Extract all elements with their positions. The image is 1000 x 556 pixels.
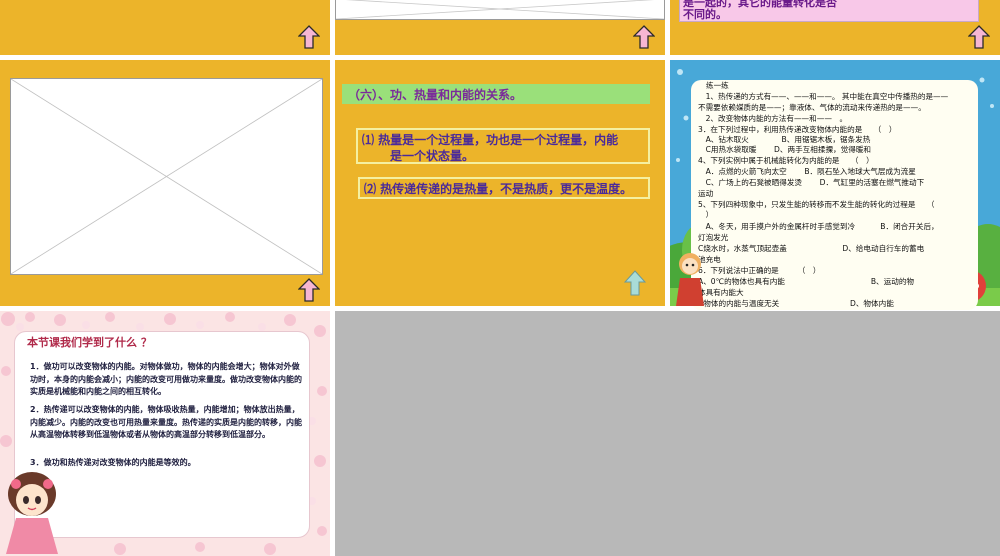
image-placeholder: [10, 78, 323, 275]
exercise-line: C、广场上的石凳被晒得发烫 D．气缸里的活塞在燃气推动下: [698, 178, 925, 187]
slide5-title: （六）、功、热量和内能的关系。: [348, 88, 523, 102]
slide5-point1-box: ⑴ 热量是一个过程量，功也是一个过程量，内能 是一个状态量。: [356, 128, 650, 164]
cartoon-character-figure: [676, 253, 704, 306]
exercise-line: A、冬天，用手摸户外的金属杆时手感觉到冷 B．闭合开关后，: [698, 222, 939, 231]
cartoon-girl-figure: [6, 472, 58, 554]
image-placeholder: [335, 0, 665, 20]
exercise-line: 练一练: [706, 81, 729, 90]
summary-paragraph-1: 1．做功可以改变物体的内能。对物体做功，物体的内能会增大；物体对外做功时，本身的…: [30, 362, 302, 396]
empty-slide-area: [335, 311, 1000, 556]
summary-paragraph-2: 2．热传递可以改变物体的内能，物体吸收热量，内能增加；物体放出热量，内能减少。内…: [30, 405, 302, 439]
exercise-line: A、钻木取火 B、用锯锯木板，锯条发热: [698, 135, 871, 144]
exercise-line: 5、下列四种现象中，只发生能的转移而不发生能的转化的过程是 （: [698, 200, 935, 209]
exercise-line: 6．下列说法中正确的是 （ ）: [698, 266, 821, 275]
exercise-line: 1、热传递的方式有——、——和——。 其中能在真空中传播热的是——: [698, 92, 949, 101]
slide5-point2: ⑵ 热传递传递的是热量，不是热质，更不是温度。: [364, 182, 633, 196]
summary-title: 本节课我们学到了什么 ？: [27, 336, 152, 349]
slide5-point1-line1: ⑴ 热量是一个过程量，功也是一个过程量，内能: [362, 133, 619, 147]
slide3-text-line2: 不同的。: [683, 8, 727, 21]
exercise-line: A、0℃的物体也具有内能 B、运动的物: [698, 277, 915, 286]
exercise-line: 不需要依赖媒质的是——；靠液体、气体的流动来传递热的是——。: [698, 103, 926, 112]
exercise-line: ）: [698, 210, 714, 219]
slide5-title-bar: （六）、功、热量和内能的关系。: [342, 84, 650, 104]
slide5-point1-line2: 是一个状态量。: [390, 149, 475, 163]
exercise-line: 2、改变物体内能的方法有——和—— 。: [698, 114, 848, 123]
exercise-line: C用热水袋取暖 D、两手互相揉搮，觉得暖和: [698, 145, 872, 154]
exercise-line: 4、下列实例中属于机械能转化为内能的是 （ ）: [698, 156, 874, 165]
exercise-line: 灯泡发光: [698, 233, 729, 242]
up-arrow-icon[interactable]: [633, 25, 655, 49]
slide5-point2-box: ⑵ 热传递传递的是热量，不是热质，更不是温度。: [358, 177, 650, 199]
slide-thumbnail-4[interactable]: [0, 60, 330, 306]
up-arrow-icon[interactable]: [968, 25, 990, 49]
summary-paragraph-3: 3．做功和热传递对改变物体的内能是等效的。: [30, 458, 196, 467]
slide-thumbnail-3[interactable]: 是一起的，其它的能量转化是否 不同的。: [670, 0, 1000, 55]
slide-thumbnail-1[interactable]: [0, 0, 330, 55]
exercise-line: A．点燃的火箭飞向太空 B．陨石坠入地球大气层成为流星: [698, 167, 916, 176]
exercise-line: C物体的内能与温度无关 D、物体内能: [698, 299, 894, 308]
up-arrow-icon[interactable]: [624, 270, 646, 296]
up-arrow-icon[interactable]: [298, 278, 320, 302]
exercise-line: C烧水时，水蒸气顶起壶盖 D、给电动自行车的蓄电: [698, 244, 925, 253]
exercise-line: 3．在下列过程中，利用热传递改变物体内能的是 （ ）: [698, 125, 897, 134]
slide-thumbnail-2[interactable]: [335, 0, 665, 55]
pink-text-box: 是一起的，其它的能量转化是否 不同的。: [679, 0, 979, 22]
up-arrow-icon[interactable]: [298, 25, 320, 49]
exercise-line: 运动: [698, 189, 714, 198]
